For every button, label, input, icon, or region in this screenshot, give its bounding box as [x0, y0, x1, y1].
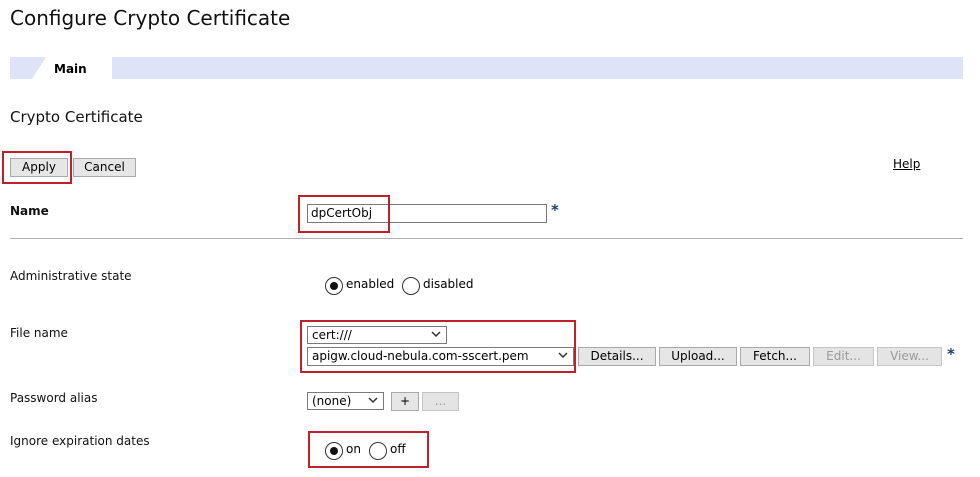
admin-state-enabled-radio[interactable] [325, 277, 343, 295]
fetch-button[interactable]: Fetch... [740, 347, 810, 366]
cancel-button[interactable]: Cancel [73, 158, 136, 177]
file-required-mark: * [947, 345, 955, 363]
apply-highlight [2, 151, 72, 184]
tab-bar [10, 57, 963, 79]
password-alias-select[interactable]: (none) [307, 392, 384, 410]
name-required-mark: * [551, 201, 559, 219]
ignore-expiration-highlight [308, 431, 429, 468]
divider [10, 238, 963, 239]
password-alias-label: Password alias [10, 391, 98, 405]
tab-main[interactable]: Main [32, 57, 112, 79]
chevron-down-icon [368, 397, 378, 404]
add-password-alias-button[interactable]: + [391, 392, 419, 411]
name-highlight [298, 195, 390, 233]
details-button[interactable]: Details... [578, 347, 656, 366]
page-title: Configure Crypto Certificate [10, 6, 291, 30]
admin-state-enabled-label: enabled [346, 277, 395, 291]
ignore-expiration-label: Ignore expiration dates [10, 434, 150, 448]
admin-state-label: Administrative state [10, 269, 132, 283]
file-name-highlight [300, 320, 576, 373]
upload-button[interactable]: Upload... [659, 347, 737, 366]
password-alias-value: (none) [312, 394, 352, 408]
edit-password-alias-button[interactable]: ... [422, 392, 459, 411]
view-button[interactable]: View... [877, 347, 942, 366]
edit-button[interactable]: Edit... [813, 347, 874, 366]
section-title: Crypto Certificate [10, 108, 143, 126]
file-name-label: File name [10, 326, 68, 340]
help-link[interactable]: Help [893, 157, 920, 171]
admin-state-disabled-radio[interactable] [402, 277, 420, 295]
tab-main-label: Main [54, 62, 87, 76]
admin-state-disabled-label: disabled [423, 277, 474, 291]
name-label: Name [10, 204, 49, 218]
